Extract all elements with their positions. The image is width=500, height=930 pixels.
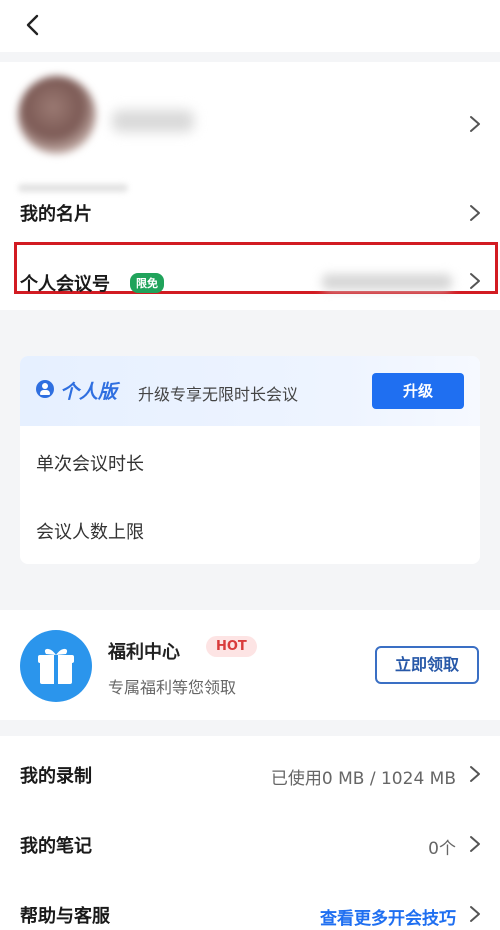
chevron-left-icon (26, 14, 39, 36)
upgrade-button[interactable]: 升级 (372, 373, 464, 409)
welfare-title: 福利中心 (108, 642, 180, 663)
more-tips-link[interactable]: 查看更多开会技巧 (320, 904, 456, 929)
recordings-chevron-right-icon[interactable] (468, 764, 482, 784)
my-card-chevron-right-icon[interactable] (468, 203, 482, 223)
personal-meeting-id-label[interactable]: 个人会议号 (20, 270, 110, 296)
personal-edition-card: 个人版 升级专享无限时长会议 升级 单次会议时长 会议人数上限 (20, 356, 480, 564)
user-name-blurred (112, 110, 194, 132)
my-recordings-label[interactable]: 我的录制 (20, 762, 92, 788)
meeting-id-blurred (322, 274, 452, 290)
meeting-participant-limit-label: 会议人数上限 (36, 522, 144, 543)
notes-count-value: 0个 (428, 839, 456, 859)
welfare-center-card[interactable]: 福利中心 HOT 专属福利等您领取 立即领取 (0, 610, 500, 720)
gift-icon (20, 630, 92, 702)
top-bar (0, 0, 500, 52)
personal-edition-header: 个人版 升级专享无限时长会议 升级 (20, 356, 480, 426)
avatar[interactable] (18, 76, 96, 154)
help-chevron-right-icon[interactable] (468, 904, 482, 924)
settings-list: 我的录制 已使用0 MB / 1024 MB 我的笔记 0个 帮助与客服 查看更… (0, 736, 500, 930)
edition-description: 升级专享无限时长会议 (138, 385, 299, 404)
help-support-label[interactable]: 帮助与客服 (20, 902, 110, 928)
notes-chevron-right-icon[interactable] (468, 834, 482, 854)
claim-now-button[interactable]: 立即领取 (375, 646, 479, 684)
my-notes-label[interactable]: 我的笔记 (20, 832, 92, 858)
personal-meeting-id-chevron-right-icon[interactable] (468, 271, 482, 291)
profile-chevron-right-icon[interactable] (468, 114, 482, 134)
edition-title: 个人版 (60, 381, 118, 403)
back-button[interactable] (18, 10, 48, 40)
welfare-subtitle: 专属福利等您领取 (108, 678, 237, 697)
hot-badge: HOT (206, 636, 257, 657)
free-badge: 限免 (130, 273, 164, 293)
recordings-usage-value: 已使用0 MB / 1024 MB (270, 769, 456, 789)
user-badge-icon (36, 380, 54, 398)
single-meeting-duration-label: 单次会议时长 (36, 454, 144, 475)
profile-subtext-blurred (18, 184, 128, 192)
my-card-row-label[interactable]: 我的名片 (20, 200, 92, 226)
